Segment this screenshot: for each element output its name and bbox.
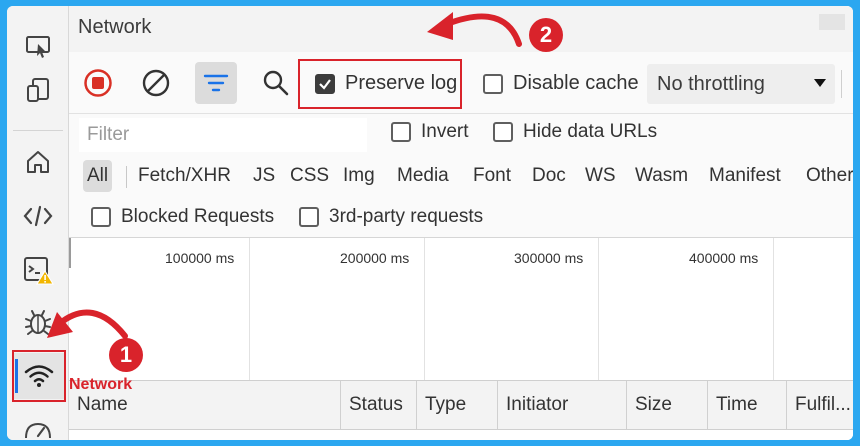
annotation-arrows: [47, 12, 522, 339]
arrow-icon: [47, 309, 128, 339]
devtools-window: Network Preserve log Disable cache No th…: [7, 6, 853, 440]
arrow-icon: [427, 12, 522, 47]
